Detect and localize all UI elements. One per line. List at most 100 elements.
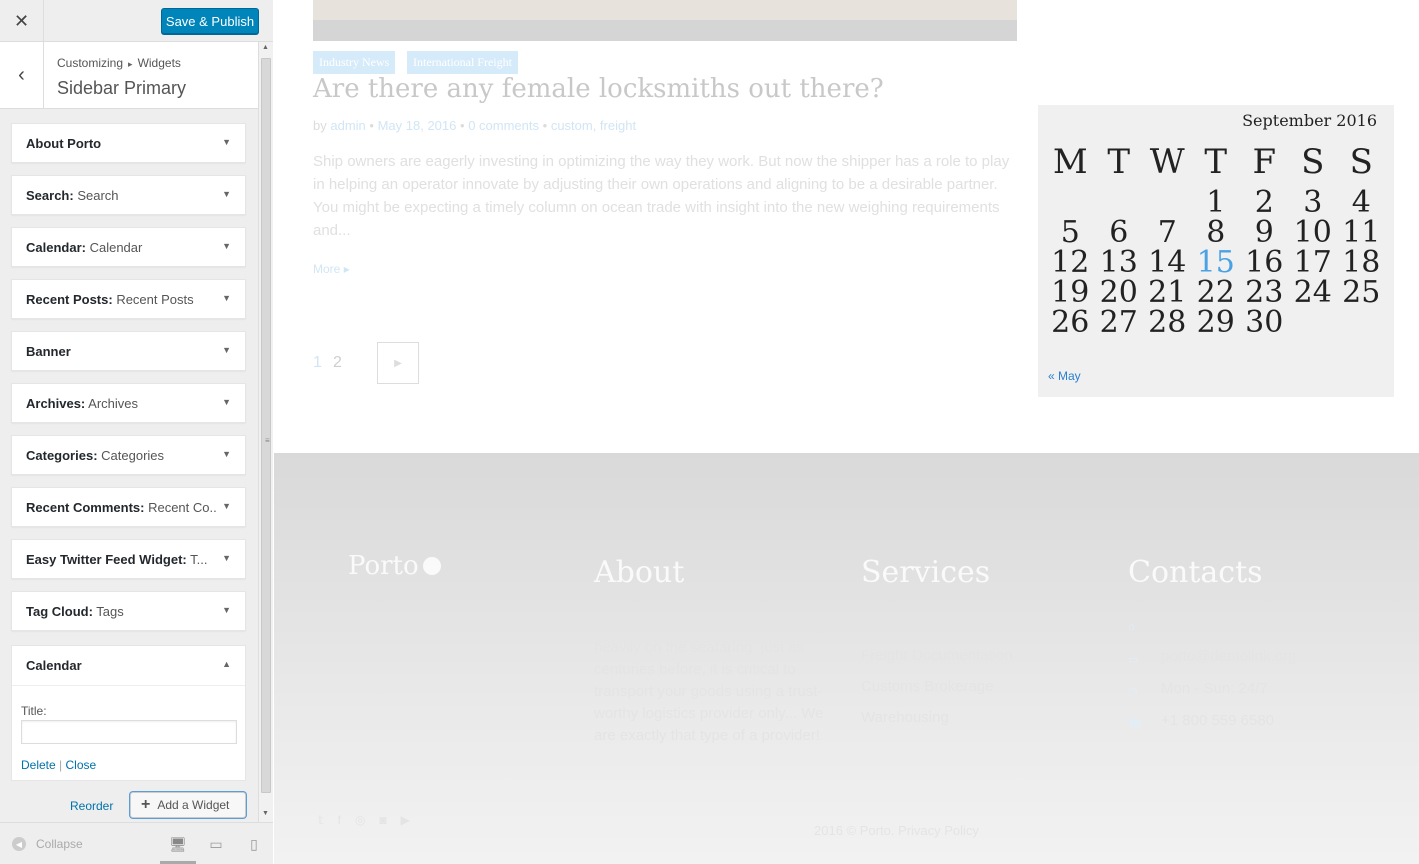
dribbble-icon[interactable]: ◎	[355, 813, 365, 827]
section-title: Sidebar Primary	[57, 78, 187, 98]
widget-subtitle: T...	[186, 552, 208, 567]
widget-recent-comments[interactable]: Recent Comments: Recent Co... ▼	[11, 487, 246, 527]
meta-tags[interactable]: custom, freight	[551, 118, 636, 133]
calendar-day: 13	[1099, 245, 1138, 280]
tablet-preview-icon[interactable]: ▭	[206, 835, 226, 853]
footer-logo[interactable]: Porto	[348, 551, 441, 581]
triangle-down-icon[interactable]: ▼	[222, 189, 231, 199]
calendar-day: 25	[1342, 275, 1381, 310]
widget-calendar[interactable]: Calendar: Calendar ▼	[11, 227, 246, 267]
close-icon[interactable]: ✕	[0, 0, 44, 42]
footer-contact-hours: Mon - Sun: 24/7	[1161, 680, 1268, 697]
collapse-label: Collapse	[36, 837, 83, 851]
triangle-down-icon[interactable]: ▼	[222, 137, 231, 147]
post-excerpt: Ship owners are eagerly investing in opt…	[313, 153, 1010, 239]
widget-archives[interactable]: Archives: Archives ▼	[11, 383, 246, 423]
home-icon: ⌂	[1128, 621, 1135, 633]
calendar-day: 22	[1196, 275, 1235, 310]
weekday-label: M	[1052, 142, 1088, 182]
widget-title: Search:	[26, 188, 74, 203]
monitor-icon: ▭	[1128, 654, 1139, 666]
save-publish-button[interactable]: Save & Publish	[161, 8, 259, 34]
youtube-icon[interactable]: ▶	[401, 813, 410, 827]
more-label: More	[313, 262, 341, 276]
category-tag[interactable]: Industry News	[313, 51, 396, 74]
calendar-day	[1046, 188, 1095, 218]
desktop-preview-icon[interactable]: 🖥	[168, 835, 188, 853]
triangle-down-icon[interactable]: ▼	[222, 553, 231, 563]
widget-recent-posts[interactable]: Recent Posts: Recent Posts ▼	[11, 279, 246, 319]
footer-service-link[interactable]: Freight Documentation	[861, 647, 1013, 664]
collapse-arrow-icon: ◀	[12, 837, 26, 851]
widget-search[interactable]: Search: Search ▼	[11, 175, 246, 215]
triangle-down-icon[interactable]: ▼	[222, 449, 231, 459]
breadcrumb-separator: ▸	[128, 59, 133, 69]
mobile-preview-icon[interactable]: ▯	[244, 835, 264, 853]
meta-author[interactable]: admin	[330, 118, 365, 133]
widget-title: Easy Twitter Feed Widget:	[26, 552, 187, 567]
triangle-down-icon[interactable]: ▼	[222, 293, 231, 303]
weekday-label: F	[1252, 142, 1277, 182]
calendar-prev-month-link[interactable]: « May	[1048, 369, 1081, 383]
triangle-down-icon[interactable]: ▼	[222, 241, 231, 251]
footer-service-link[interactable]: Sea Freight	[861, 616, 939, 633]
delete-link[interactable]: Delete	[21, 758, 56, 772]
category-tag[interactable]: International Freight	[407, 51, 518, 74]
pagination-page-1[interactable]: 1	[313, 354, 322, 372]
more-link[interactable]: More ▸	[313, 262, 350, 276]
widget-subtitle: Archives	[85, 396, 138, 411]
widget-tag-cloud[interactable]: Tag Cloud: Tags ▼	[11, 591, 246, 631]
footer-about-heading: About	[594, 555, 685, 590]
instagram-icon[interactable]: ◙	[379, 813, 386, 827]
customizer-panel: ✕ Save & Publish ‹ Customizing ▸ Widgets S…	[0, 0, 273, 864]
footer-service-link[interactable]: Warehousing	[861, 709, 949, 726]
chevron-right-icon: ▸	[343, 262, 350, 276]
facebook-icon[interactable]: f	[338, 813, 341, 827]
pagination-page-2[interactable]: 2	[333, 354, 342, 372]
weekday-label: T	[1204, 142, 1228, 182]
widget-about-porto[interactable]: About Porto ▼	[11, 123, 246, 163]
widget-banner[interactable]: Banner ▼	[11, 331, 246, 371]
triangle-down-icon[interactable]: ▼	[222, 605, 231, 615]
triangle-down-icon[interactable]: ▼	[222, 345, 231, 355]
scrollbar-thumb[interactable]: ≡	[261, 58, 271, 793]
widget-subtitle: Categories	[97, 448, 165, 463]
title-field-label: Title:	[21, 704, 47, 718]
calendar-day: 12	[1051, 245, 1090, 280]
triangle-down-icon[interactable]: ▼	[222, 501, 231, 511]
twitter-icon[interactable]: 𝕥	[318, 813, 324, 827]
meta-comments[interactable]: 0 comments	[468, 118, 539, 133]
footer-service-link[interactable]: Customs Brokerage	[861, 678, 994, 695]
clock-icon: ◷	[1128, 686, 1138, 698]
close-link[interactable]: Close	[66, 758, 97, 772]
scroll-up-icon[interactable]: ▲	[262, 44, 269, 51]
widget-categories[interactable]: Categories: Categories ▼	[11, 435, 246, 475]
featured-image[interactable]	[313, 0, 1017, 41]
widget-title: Banner	[26, 344, 71, 359]
post-title[interactable]: Are there any female locksmiths out ther…	[313, 74, 884, 104]
widget-header[interactable]: Calendar ▲	[12, 646, 245, 686]
triangle-down-icon[interactable]: ▼	[222, 397, 231, 407]
widgets-scroll-area: ‹ Customizing ▸ Widgets Sidebar Primary Ab…	[0, 42, 258, 822]
triangle-up-icon[interactable]: ▲	[222, 659, 231, 669]
meta-dot: •	[542, 118, 548, 133]
calendar-day: 27	[1099, 305, 1138, 340]
widget-title: Calendar	[26, 658, 82, 673]
logo-text: Porto	[348, 551, 419, 581]
add-widget-button[interactable]: + Add a Widget	[130, 792, 246, 818]
collapse-button[interactable]: ◀ Collapse	[12, 837, 83, 851]
widget-twitter-feed[interactable]: Easy Twitter Feed Widget: T... ▼	[11, 539, 246, 579]
calendar-day: 26	[1051, 305, 1090, 340]
reorder-link[interactable]: Reorder	[70, 799, 113, 813]
calendar-day: 29	[1196, 305, 1235, 340]
calendar-day: 9	[1254, 215, 1274, 250]
pagination-next-button[interactable]: ▶	[377, 342, 419, 384]
meta-date[interactable]: May 18, 2016	[378, 118, 457, 133]
calendar-day	[1337, 308, 1386, 338]
scrollbar[interactable]: ▲ ≡ ▼	[258, 42, 273, 822]
breadcrumb: Customizing ▸ Widgets	[57, 56, 181, 70]
footer-contact-email[interactable]: porto@demolink.org	[1161, 648, 1296, 665]
title-field[interactable]	[21, 720, 237, 744]
back-arrow-icon[interactable]: ‹	[0, 42, 44, 108]
scroll-down-icon[interactable]: ▼	[262, 810, 269, 817]
